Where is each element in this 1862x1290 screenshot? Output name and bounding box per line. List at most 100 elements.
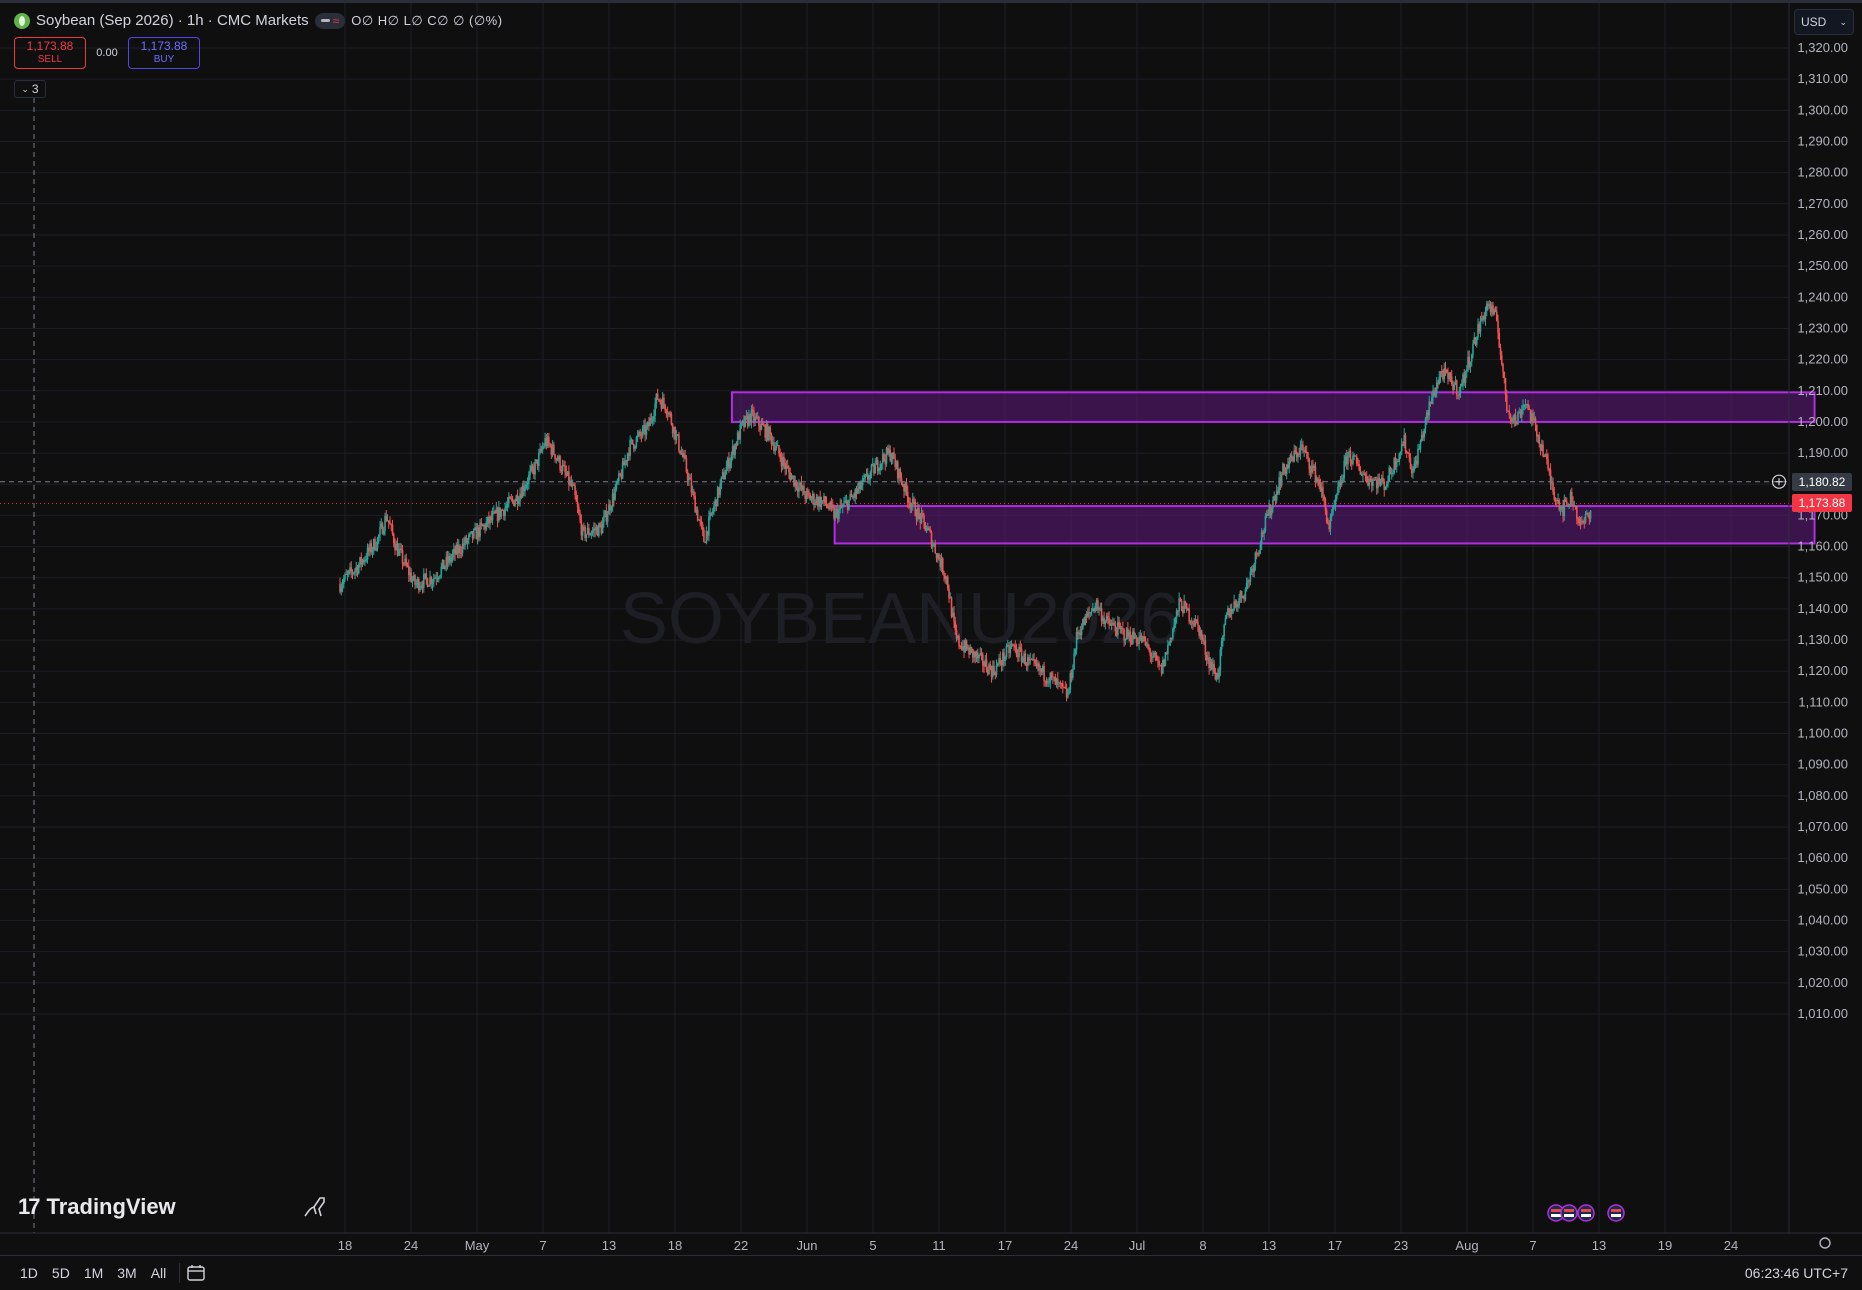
us-flag-icon-stripe [1564, 1214, 1574, 1217]
candle-body [1179, 598, 1182, 601]
bottom-toolbar: 1D 5D 1M 3M All 06:23:46 UTC+7 [0, 1255, 1862, 1290]
tradingview-logo[interactable]: 17 TradingView [18, 1194, 176, 1220]
candle-body [479, 522, 481, 537]
buy-button[interactable]: 1,173.88 BUY [128, 37, 200, 69]
chart-legend: Soybean (Sep 2026) · 1h · CMC Markets ≈ … [14, 12, 503, 29]
buy-label: BUY [153, 54, 175, 65]
candle-body [1174, 617, 1177, 625]
candle-body [1505, 395, 1508, 412]
candle-body [1062, 683, 1064, 687]
time-tick-label: 17 [998, 1238, 1012, 1253]
candle-body [863, 477, 865, 479]
candle-body [913, 498, 915, 502]
candle-body [342, 579, 345, 585]
candle-body [1245, 582, 1248, 590]
candle-body [1330, 514, 1333, 517]
candle-body [1538, 435, 1541, 445]
price-tick-label: 1,090.00 [1797, 757, 1848, 772]
indicators-collapse-button[interactable]: ⌄ 3 [14, 80, 46, 98]
candle-body [514, 500, 516, 506]
range-5d-button[interactable]: 5D [45, 1265, 77, 1281]
candle-body [905, 482, 908, 492]
range-all-button[interactable]: All [144, 1265, 174, 1281]
zone-support[interactable] [833, 505, 1816, 545]
candle-body [1224, 618, 1227, 625]
range-3m-button[interactable]: 3M [110, 1265, 143, 1281]
candle-body [1333, 505, 1335, 507]
candle-body [790, 476, 793, 481]
candle-body [590, 533, 593, 535]
candle-body [645, 426, 648, 436]
range-1d-button[interactable]: 1D [0, 1265, 45, 1281]
spread-value: 0.00 [96, 47, 118, 59]
price-tick-label: 1,100.00 [1797, 726, 1848, 741]
candle-body [729, 461, 731, 469]
candle-body [650, 417, 653, 420]
zones[interactable] [730, 391, 1816, 545]
currency-select[interactable]: USD ⌄ [1794, 9, 1854, 35]
candle-body [1024, 653, 1027, 666]
time-tick-label: 18 [338, 1238, 352, 1253]
price-tick-label: 1,250.00 [1797, 258, 1848, 273]
candle-body [473, 529, 475, 539]
candle-body [893, 452, 895, 459]
candle-body [948, 588, 950, 599]
candle-body [444, 566, 446, 569]
candle-body [1470, 354, 1473, 362]
candle-body [589, 534, 591, 536]
candles [339, 300, 1592, 702]
candle-body [1057, 678, 1059, 683]
candle-body [588, 528, 590, 536]
candle-body [838, 509, 840, 520]
candle-body [511, 498, 514, 501]
price-chart-svg[interactable]: SOYBEANU2026 1,010.00 1,020.00 1,030.00 1,0… [0, 3, 1862, 1255]
chevron-down-icon: ⌄ [1839, 16, 1847, 27]
economic-events[interactable] [1547, 1204, 1625, 1222]
range-1m-button[interactable]: 1M [77, 1265, 110, 1281]
chevron-down-icon: ⌄ [21, 83, 29, 94]
candle-body [1014, 645, 1017, 648]
candle-body [958, 636, 960, 646]
trade-panel: 1,173.88 SELL 0.00 1,173.88 BUY [14, 37, 200, 69]
clock[interactable]: 06:23:46 UTC+7 [1745, 1265, 1848, 1281]
candle-body [1022, 657, 1024, 662]
candle-body [389, 522, 391, 525]
candle-body [1237, 605, 1239, 608]
candle-body [989, 664, 992, 669]
gear-icon[interactable] [1819, 1237, 1831, 1249]
candle-body [901, 483, 904, 486]
time-axis[interactable]: 18 24 May 7 13 18 22 Jun 5 11 17 24 Jul 8 13 17 23 Aug 7 13… [338, 1237, 1831, 1253]
time-tick-label: 24 [1724, 1238, 1738, 1253]
time-tick-label: 17 [1328, 1238, 1342, 1253]
indicator-pill[interactable]: ≈ [314, 12, 346, 29]
candle-body [928, 527, 930, 530]
candle-body [1293, 450, 1295, 462]
candle-body [720, 476, 723, 484]
candle-body [401, 550, 404, 564]
zone-resistance[interactable] [730, 391, 1816, 423]
candle-body [636, 435, 639, 438]
candle-body [1148, 646, 1150, 651]
candle-body [874, 464, 877, 474]
candle-body [1072, 669, 1074, 679]
candle-body [713, 505, 715, 512]
us-flag-icon[interactable] [1577, 1204, 1595, 1222]
candle-body [1434, 391, 1437, 396]
us-flag-icon[interactable] [1607, 1204, 1625, 1222]
replay-icon[interactable] [302, 1192, 330, 1220]
candle-body [938, 554, 940, 560]
price-tick-label: 1,190.00 [1797, 445, 1848, 460]
chart-area[interactable]: SOYBEANU2026 1,010.00 1,020.00 1,030.00 1,0… [0, 0, 1862, 1255]
us-flag-icon[interactable] [1560, 1204, 1578, 1222]
sell-button[interactable]: 1,173.88 SELL [14, 37, 86, 69]
price-tick-label: 1,240.00 [1797, 289, 1848, 304]
candle-body [1497, 320, 1499, 333]
symbol-title[interactable]: Soybean (Sep 2026) · 1h · CMC Markets [36, 12, 309, 29]
price-tick-label: 1,280.00 [1797, 165, 1848, 180]
candle-body [699, 519, 701, 521]
candle-body [1110, 623, 1113, 626]
candle-body [1258, 550, 1260, 555]
candle-body [1503, 371, 1506, 379]
candle-body [1089, 612, 1092, 614]
calendar-goto-icon[interactable] [186, 1264, 206, 1282]
